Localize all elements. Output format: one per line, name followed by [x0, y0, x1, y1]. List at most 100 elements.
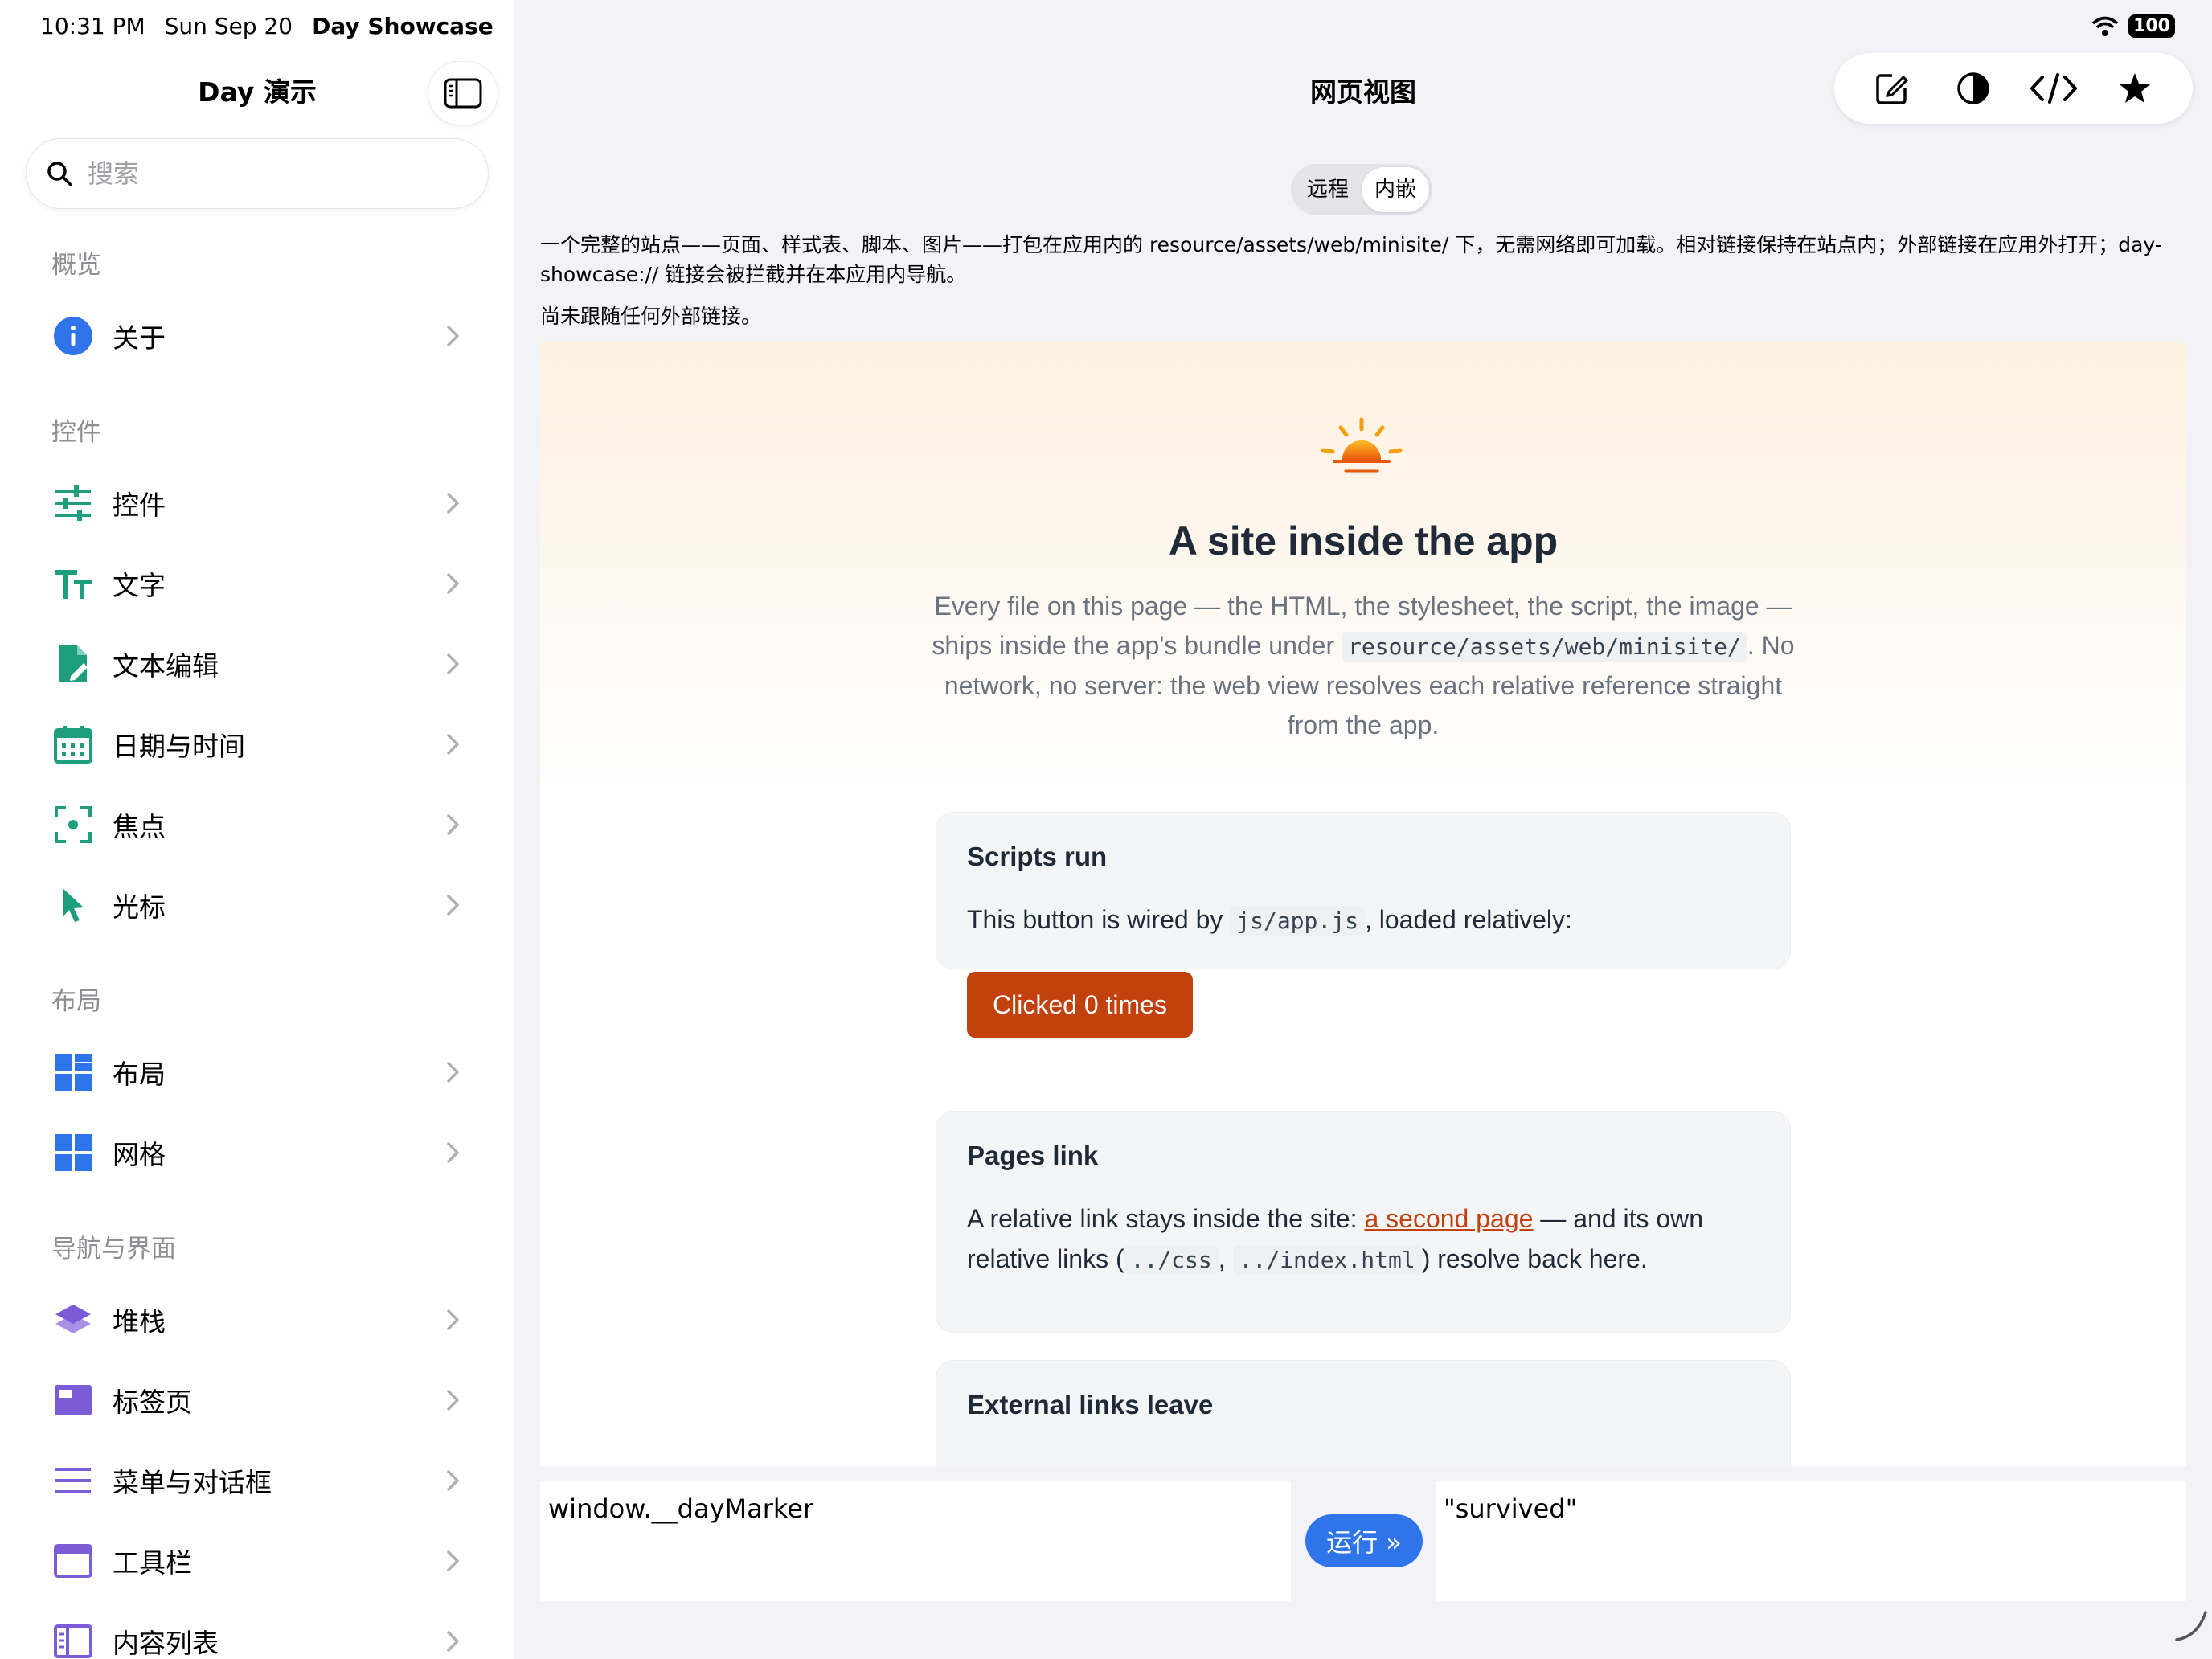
- sidebar-item-label: 菜单与对话框: [113, 1467, 272, 1498]
- card-pages-link: Pages link A relative link stays inside …: [936, 1111, 1791, 1333]
- chevron-right-icon: [447, 895, 459, 916]
- sidebar-item-label: 控件: [113, 490, 166, 521]
- sidebar-item-label: 日期与时间: [113, 731, 245, 762]
- sidebar-item-focus[interactable]: 焦点: [0, 789, 514, 860]
- sidebar-item-toolbar[interactable]: 工具栏: [0, 1526, 514, 1596]
- card-external-links: External links leave: [936, 1360, 1791, 1466]
- chevron-right-icon: [447, 1470, 459, 1491]
- chevron-right-icon: [447, 1142, 459, 1163]
- card-text-3: ) resolve back here.: [1421, 1244, 1648, 1273]
- chevron-right-icon: [447, 493, 459, 514]
- web-view[interactable]: A site inside the app Every file on this…: [540, 342, 2186, 1466]
- search-bar[interactable]: [26, 138, 489, 209]
- calendar-icon: [53, 724, 93, 764]
- tabs-icon: [53, 1380, 93, 1420]
- card-text-1: This button is wired by: [967, 905, 1231, 934]
- sunrise-icon: [1321, 417, 1403, 473]
- sidebar-item-label: 内容列表: [113, 1628, 219, 1659]
- sidebar-item-label: 工具栏: [113, 1547, 192, 1579]
- sidebar-item-label: 布局: [113, 1059, 166, 1090]
- sidebar-item-label: 焦点: [113, 811, 166, 842]
- sidebar-item-tabs[interactable]: 标签页: [0, 1365, 514, 1436]
- view-source-button[interactable]: [2030, 64, 2078, 113]
- appearance-toggle-button[interactable]: [1949, 64, 1997, 113]
- sidebar-item-cursor[interactable]: 光标: [0, 870, 514, 940]
- card-title: Scripts run: [967, 842, 1108, 871]
- card-title: External links leave: [967, 1390, 1214, 1419]
- status-bar-right: 100: [2091, 14, 2175, 38]
- favorite-button[interactable]: [2111, 64, 2159, 113]
- segment-embedded[interactable]: 内嵌: [1362, 167, 1429, 212]
- sidebar-item-text[interactable]: 文字: [0, 548, 514, 619]
- status-date: Sun Sep 20: [164, 13, 293, 39]
- sidebar: 10:31 PM Sun Sep 20 Day Showcase Day 演示 …: [0, 0, 514, 1659]
- search-input[interactable]: [88, 158, 457, 189]
- code-icon: [2030, 73, 2078, 104]
- second-page-link[interactable]: a second page: [1364, 1204, 1533, 1233]
- chevron-right-icon: [447, 734, 459, 755]
- sidebar-item-about[interactable]: 关于: [0, 301, 514, 371]
- run-button[interactable]: 运行 »: [1305, 1514, 1423, 1567]
- sidebar-item-date-time[interactable]: 日期与时间: [0, 709, 514, 780]
- document-edit-icon: [53, 644, 93, 684]
- focus-icon: [53, 805, 93, 845]
- sidebar-item-stack[interactable]: 堆栈: [0, 1284, 514, 1355]
- sidebar-item-label: 标签页: [113, 1387, 192, 1418]
- card-title: Pages link: [967, 1141, 1099, 1170]
- chevron-right-icon: [447, 1062, 459, 1083]
- chevron-right-icon: [447, 326, 459, 346]
- card-text-1: A relative link stays inside the site:: [967, 1204, 1365, 1233]
- card-scripts-run: Scripts run This button is wired by js/a…: [936, 812, 1791, 1038]
- card-code-index: ../index.html: [1232, 1245, 1422, 1275]
- chevron-right-icon: [447, 1390, 459, 1411]
- lead-code: resource/assets/web/minisite/: [1342, 632, 1747, 662]
- chevron-right-icon: [447, 1309, 459, 1330]
- compose-button[interactable]: [1868, 64, 1916, 113]
- sidebar-item-grid[interactable]: 网格: [0, 1117, 514, 1188]
- chevron-right-icon: [447, 573, 459, 594]
- sidebar-item-label: 网格: [113, 1139, 166, 1170]
- source-segmented-control: 远程 内嵌: [1291, 164, 1432, 215]
- toolbar-icon: [53, 1541, 93, 1581]
- main-content: 100 网页视图 远程 内嵌 一个完整的站点——页面、样式表、脚本、图片——打包…: [514, 0, 2212, 1659]
- sidebar-item-label: 文本编辑: [113, 650, 219, 682]
- sidebar-item-controls[interactable]: 控件: [0, 468, 514, 539]
- card-code-css: ../css: [1124, 1245, 1219, 1275]
- sidebar-item-content-list[interactable]: 内容列表: [0, 1606, 514, 1659]
- grid-icon: [53, 1133, 93, 1173]
- chevron-right-icon: [447, 653, 459, 674]
- web-lead-text: Every file on this page — the HTML, the …: [921, 587, 1805, 745]
- sidebar-item-label: 文字: [113, 570, 166, 601]
- click-counter-button[interactable]: Clicked 0 times: [967, 972, 1193, 1038]
- sidebar-item-menus-dialogs[interactable]: 菜单与对话框: [0, 1445, 514, 1516]
- section-header-overview: 概览: [51, 251, 101, 280]
- search-icon: [47, 162, 72, 186]
- web-page-title: A site inside the app: [1168, 518, 1559, 563]
- card-code: js/app.js: [1230, 906, 1365, 936]
- section-header-controls: 控件: [51, 418, 101, 447]
- info-icon: [53, 316, 93, 356]
- sidebar-toggle-icon: [444, 78, 482, 109]
- console-output: "survived": [1436, 1481, 2186, 1601]
- segment-remote[interactable]: 远程: [1294, 167, 1362, 212]
- battery-indicator: 100: [2128, 14, 2175, 38]
- resize-handle-icon[interactable]: [2173, 1608, 2209, 1643]
- sidebar-item-layout[interactable]: 布局: [0, 1037, 514, 1108]
- status-time: 10:31 PM: [40, 13, 145, 39]
- card-text-2: , loaded relatively:: [1364, 905, 1572, 934]
- chevron-right-icon: [447, 1550, 459, 1571]
- sliders-icon: [53, 483, 93, 523]
- status-app-name: Day Showcase: [312, 13, 494, 39]
- description-text: 一个完整的站点——页面、样式表、脚本、图片——打包在应用内的 resource/…: [540, 233, 2162, 286]
- section-header-navigation: 导航与界面: [51, 1235, 176, 1264]
- chevron-right-icon: [447, 814, 459, 835]
- sidebar-toggle-button[interactable]: [428, 61, 498, 125]
- sidebar-item-label: 关于: [113, 322, 166, 354]
- stack-icon: [53, 1300, 93, 1340]
- card-text: This button is wired by js/app.js, loade…: [967, 899, 1763, 941]
- chevron-right-icon: [447, 1631, 459, 1652]
- sidebar-item-text-editing[interactable]: 文本编辑: [0, 629, 514, 699]
- console-input[interactable]: window.__dayMarker: [540, 1481, 1291, 1601]
- contrast-icon: [1957, 72, 1989, 104]
- text-size-icon: [53, 563, 93, 604]
